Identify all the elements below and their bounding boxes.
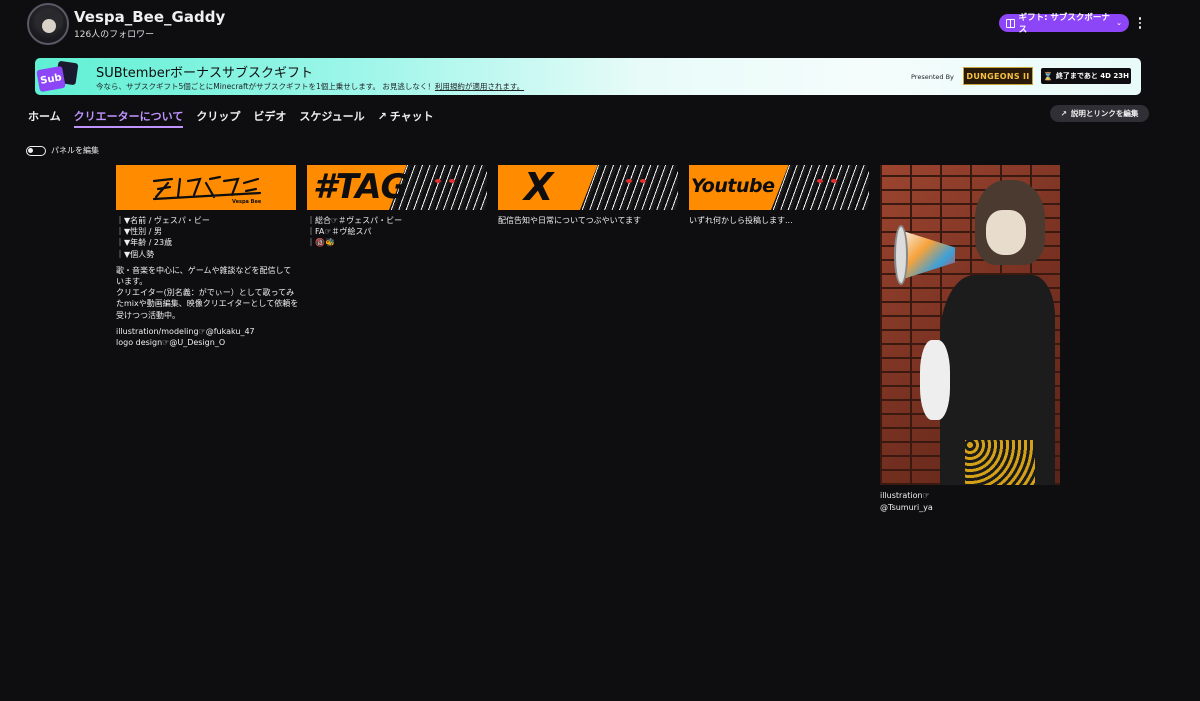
logo-subtext: Vespa Bee: [232, 199, 262, 205]
panel-description: ｜▼名前 / ヴェスパ・ビー ｜▼性別 / 男 ｜▼年齢 / 23歳 ｜▼個人勢…: [116, 216, 299, 348]
hourglass-icon: ⌛: [1042, 71, 1053, 81]
tab-videos[interactable]: ビデオ: [253, 108, 286, 126]
channel-header: Vespa_Bee_Gaddy 126人のフォロワー ギフト: サブスクボーナス…: [0, 0, 1200, 50]
tab-about[interactable]: クリエーターについて: [73, 108, 183, 128]
vespa-bee-logo: [152, 175, 262, 201]
edit-panels-label: パネルを編集: [51, 146, 99, 155]
gift-button-label: ギフト: サブスクボーナス: [1018, 13, 1110, 35]
avatar[interactable]: [27, 3, 69, 45]
panel-illustration-caption: illustration☞ @Tsumuri_ya: [880, 491, 933, 512]
panel-profile: Vespa Bee ｜▼名前 / ヴェスパ・ビー ｜▼性別 / 男 ｜▼年齢 /…: [116, 165, 299, 353]
panel-image-title: Youtube: [691, 175, 775, 197]
panel-youtube-image[interactable]: Youtube: [689, 165, 869, 210]
panel-description: いずれ何かしら投稿します...: [689, 216, 793, 225]
gift-sub-button[interactable]: ギフト: サブスクボーナス ⌄: [999, 13, 1129, 35]
tab-home[interactable]: ホーム: [28, 108, 61, 126]
panel-image-title: #TAG: [313, 167, 408, 207]
panel-description: ｜総合☞＃ヴェスパ・ビー ｜FA☞＃ヴ絵スパ ｜🔞🐝: [307, 216, 403, 248]
subtember-banner: Sub SUBtemberボーナスサブスクギフト 今なら、サブスクギフト5個ごと…: [35, 58, 1141, 95]
panel-x: X 配信告知や日常についてつぶやいてます: [498, 165, 678, 226]
chevron-down-icon: ⌄: [1116, 19, 1122, 27]
external-link-icon: ↗: [1060, 109, 1067, 118]
avatar-face: [42, 19, 56, 33]
sub-gift-logo-icon: Sub: [35, 58, 79, 95]
panel-logo-image[interactable]: Vespa Bee: [116, 165, 296, 210]
external-link-icon: ↗: [377, 110, 387, 123]
sponsor-logo[interactable]: DUNGEONS II: [963, 67, 1033, 85]
channel-nav: ホーム クリエーターについて クリップ ビデオ スケジュール ↗ チャット: [28, 108, 434, 128]
presented-by-label: Presented By: [911, 73, 954, 81]
x-logo-icon: X: [524, 165, 554, 209]
countdown-badge: ⌛ 終了まであと 4D 23H: [1041, 68, 1131, 84]
panel-x-image[interactable]: X: [498, 165, 678, 210]
terms-link[interactable]: 利用規約が適用されます。: [435, 82, 524, 91]
banner-description: 今なら、サブスクギフト5個ごとにMinecraftがサブスクギフトを1個上乗せし…: [96, 82, 525, 91]
tab-chat[interactable]: ↗ チャット: [378, 108, 434, 126]
banner-title: SUBtemberボーナスサブスクギフト: [96, 66, 314, 81]
panel-illustration-image[interactable]: [880, 165, 1060, 485]
kebab-icon[interactable]: [1134, 14, 1146, 32]
gift-icon: [1006, 18, 1015, 28]
tab-schedule[interactable]: スケジュール: [299, 108, 364, 126]
panel-youtube: Youtube いずれ何かしら投稿します...: [689, 165, 869, 226]
tab-clips[interactable]: クリップ: [196, 108, 240, 126]
panel-tag-image[interactable]: #TAG: [307, 165, 487, 210]
channel-name[interactable]: Vespa_Bee_Gaddy: [74, 8, 225, 26]
panel-tags: #TAG ｜総合☞＃ヴェスパ・ビー ｜FA☞＃ヴ絵スパ ｜🔞🐝: [307, 165, 487, 249]
edit-panels-toggle[interactable]: [26, 146, 46, 156]
megaphone-icon: [892, 225, 962, 285]
panel-description: 配信告知や日常についてつぶやいてます: [498, 216, 641, 225]
edit-description-links-button[interactable]: ↗ 説明とリンクを編集: [1050, 105, 1149, 122]
follower-count: 126人のフォロワー: [74, 30, 155, 40]
